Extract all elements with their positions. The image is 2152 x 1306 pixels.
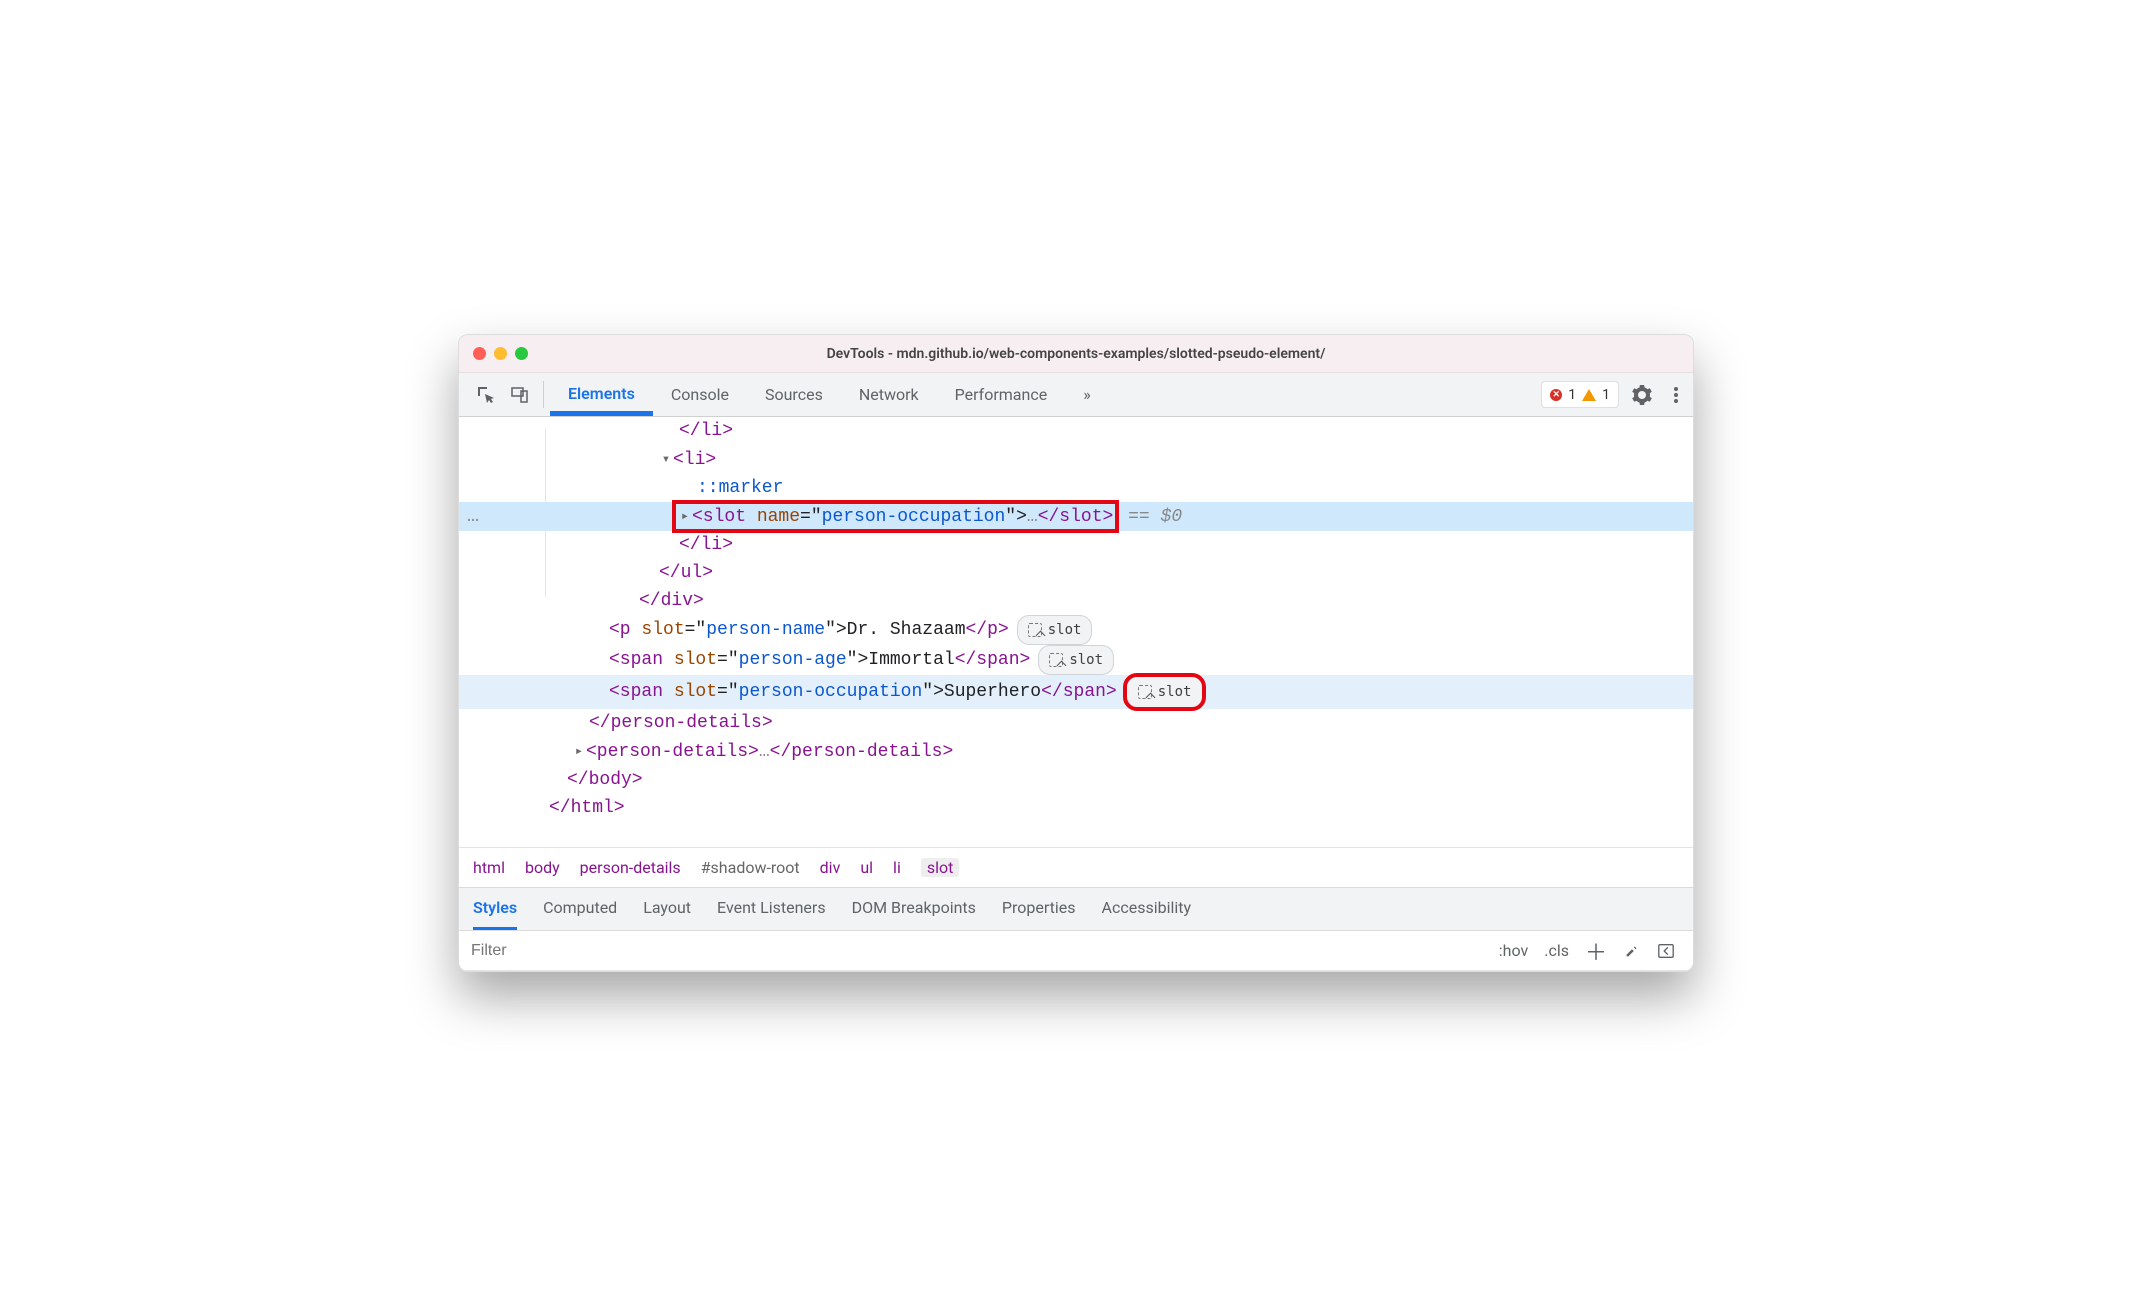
crumb-shadow-root[interactable]: #shadow-root bbox=[701, 858, 800, 877]
crumb-li[interactable]: li bbox=[893, 858, 901, 877]
overflow-dots-icon: … bbox=[459, 505, 481, 528]
tree-line-open-li[interactable]: <li> bbox=[459, 445, 1693, 474]
paint-brush-icon[interactable] bbox=[1623, 942, 1641, 960]
new-style-rule-icon[interactable]: ＋ bbox=[1585, 935, 1607, 967]
highlight-slot-element: <slot name =" person-occupation "> … </s… bbox=[674, 502, 1117, 531]
crumb-slot[interactable]: slot bbox=[921, 858, 960, 877]
warning-icon bbox=[1582, 389, 1596, 401]
stab-dom-breakpoints[interactable]: DOM Breakpoints bbox=[852, 888, 976, 930]
tab-console[interactable]: Console bbox=[653, 373, 747, 416]
tree-line-close-body[interactable]: </body> bbox=[459, 766, 1693, 794]
toggle-hover-state[interactable]: :hov bbox=[1499, 941, 1528, 960]
devtools-window: DevTools - mdn.github.io/web-components-… bbox=[458, 334, 1694, 972]
tabs-overflow[interactable]: » bbox=[1065, 373, 1109, 416]
toggle-class-panel[interactable]: .cls bbox=[1544, 941, 1569, 960]
reveal-icon bbox=[1028, 623, 1042, 637]
issue-counter[interactable]: ✕ 1 1 bbox=[1541, 381, 1619, 408]
minimize-window-button[interactable] bbox=[494, 347, 507, 360]
breadcrumb: html body person-details #shadow-root di… bbox=[459, 847, 1693, 887]
error-icon: ✕ bbox=[1550, 389, 1562, 401]
tree-line-slot-selected[interactable]: … <slot name =" person-occupation "> … <… bbox=[459, 502, 1693, 531]
stab-event-listeners[interactable]: Event Listeners bbox=[717, 888, 826, 930]
tree-line-span-person-age[interactable]: <span slot =" person-age "> Immortal </s… bbox=[459, 645, 1693, 675]
window-controls bbox=[473, 347, 528, 360]
stab-styles[interactable]: Styles bbox=[473, 888, 517, 930]
titlebar: DevTools - mdn.github.io/web-components-… bbox=[459, 335, 1693, 373]
tab-sources[interactable]: Sources bbox=[747, 373, 841, 416]
tree-line-close-li[interactable]: </li> bbox=[459, 417, 1693, 445]
reveal-icon bbox=[1049, 653, 1063, 667]
elements-tree[interactable]: </li> <li> ::marker … <slot name =" pers… bbox=[459, 417, 1693, 847]
inspect-element-icon[interactable] bbox=[469, 373, 503, 416]
tree-line-close-person-details[interactable]: </person-details> bbox=[459, 709, 1693, 737]
slot-reveal-pill[interactable]: slot bbox=[1017, 615, 1093, 645]
line-actions[interactable]: … bbox=[459, 503, 519, 531]
tab-performance[interactable]: Performance bbox=[937, 373, 1066, 416]
main-toolbar: Elements Console Sources Network Perform… bbox=[459, 373, 1693, 417]
expand-toggle-icon[interactable] bbox=[678, 502, 692, 531]
tab-network[interactable]: Network bbox=[841, 373, 937, 416]
reveal-icon bbox=[1138, 685, 1152, 699]
crumb-person-details[interactable]: person-details bbox=[580, 858, 681, 877]
slot-reveal-pill[interactable]: slot bbox=[1038, 645, 1114, 675]
error-count: 1 bbox=[1568, 387, 1576, 403]
stab-layout[interactable]: Layout bbox=[643, 888, 691, 930]
window-title: DevTools - mdn.github.io/web-components-… bbox=[459, 346, 1693, 362]
crumb-body[interactable]: body bbox=[525, 858, 560, 877]
device-toolbar-icon[interactable] bbox=[503, 373, 537, 416]
tree-line-close-html[interactable]: </html> bbox=[459, 794, 1693, 822]
tab-elements[interactable]: Elements bbox=[550, 373, 653, 416]
stab-computed[interactable]: Computed bbox=[543, 888, 617, 930]
tree-line-marker[interactable]: ::marker bbox=[459, 474, 1693, 502]
expand-toggle-icon[interactable] bbox=[659, 445, 673, 474]
styles-pane-tabs: Styles Computed Layout Event Listeners D… bbox=[459, 887, 1693, 931]
tree-line-close-li2[interactable]: </li> bbox=[459, 531, 1693, 559]
kebab-menu-icon[interactable] bbox=[1659, 373, 1693, 416]
tree-line-close-ul[interactable]: </ul> bbox=[459, 559, 1693, 587]
crumb-div[interactable]: div bbox=[820, 858, 841, 877]
panel-tabs: Elements Console Sources Network Perform… bbox=[550, 373, 1109, 416]
crumb-ul[interactable]: ul bbox=[860, 858, 873, 877]
tree-line-span-person-occupation[interactable]: <span slot =" person-occupation "> Super… bbox=[459, 675, 1693, 709]
stab-accessibility[interactable]: Accessibility bbox=[1102, 888, 1192, 930]
settings-gear-icon[interactable] bbox=[1625, 373, 1659, 416]
tree-line-person-details-2[interactable]: <person-details> … </person-details> bbox=[459, 737, 1693, 766]
styles-filter-input[interactable] bbox=[469, 941, 1491, 961]
slot-reveal-pill[interactable]: slot bbox=[1125, 675, 1205, 709]
zoom-window-button[interactable] bbox=[515, 347, 528, 360]
crumb-html[interactable]: html bbox=[473, 858, 505, 877]
tree-line-close-div[interactable]: </div> bbox=[459, 587, 1693, 615]
warning-count: 1 bbox=[1602, 387, 1610, 403]
stab-properties[interactable]: Properties bbox=[1002, 888, 1076, 930]
styles-filter-bar: :hov .cls ＋ bbox=[459, 931, 1693, 971]
close-window-button[interactable] bbox=[473, 347, 486, 360]
computed-pane-toggle-icon[interactable] bbox=[1657, 942, 1675, 960]
tree-line-p-person-name[interactable]: <p slot =" person-name "> Dr. Shazaam </… bbox=[459, 615, 1693, 645]
expand-toggle-icon[interactable] bbox=[572, 737, 586, 766]
